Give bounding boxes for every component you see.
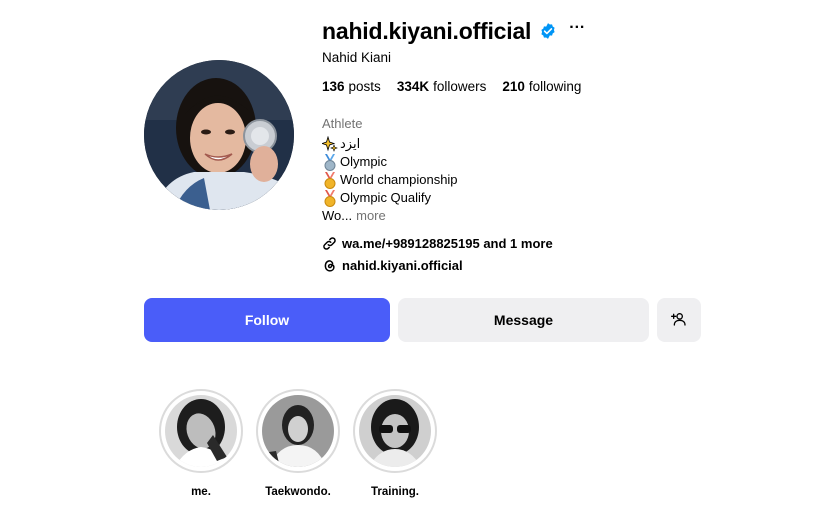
bio-line-3: World championship: [340, 172, 458, 187]
silver-medal-icon: [322, 153, 338, 171]
followers-count: 334K: [396, 79, 430, 94]
profile-category: Athlete: [322, 116, 363, 131]
bio-line-qualify: Olympic Qualify: [322, 189, 802, 207]
bio-line-olympic: Olympic: [322, 153, 802, 171]
following-label: following: [528, 79, 582, 94]
add-user-icon: [671, 311, 687, 330]
highlight-label: Training.: [371, 486, 419, 498]
full-name: Nahid Kiani: [322, 50, 392, 65]
bio-line-1: ایزد: [340, 136, 361, 151]
highlight-ring: [353, 389, 437, 473]
bio-more-link[interactable]: more: [356, 207, 386, 225]
message-button[interactable]: Message: [398, 298, 649, 342]
bio-truncated-row: Wo... more: [322, 207, 802, 225]
following-stat[interactable]: 210 following: [502, 79, 581, 94]
following-count: 210: [502, 79, 525, 94]
verified-badge-icon: [539, 22, 557, 40]
bio-line-4: Olympic Qualify: [340, 190, 432, 205]
highlight-cover: [359, 395, 431, 467]
highlight-label: Taekwondo.: [265, 486, 331, 498]
highlight-ring: [159, 389, 243, 473]
username-row: nahid.kiyani.official ···: [322, 14, 802, 48]
highlight-cover: [165, 395, 237, 467]
posts-count: 136: [322, 79, 345, 94]
posts-stat[interactable]: 136 posts: [322, 79, 381, 94]
followers-label: followers: [433, 79, 487, 94]
website-link-text: wa.me/+989128825195 and 1 more: [342, 235, 553, 251]
highlight-cover: [262, 395, 334, 467]
bio-line-world: World championship: [322, 171, 802, 189]
followers-stat[interactable]: 334K followers: [397, 79, 487, 94]
gold-medal-icon: [322, 189, 338, 207]
username: nahid.kiyani.official: [322, 17, 532, 44]
gold-medal-icon: [322, 171, 338, 189]
highlight-item[interactable]: Taekwondo.: [255, 389, 341, 498]
threads-link[interactable]: nahid.kiyani.official: [322, 255, 802, 275]
highlight-item[interactable]: me.: [158, 389, 244, 498]
follow-button[interactable]: Follow: [144, 298, 390, 342]
bio-line-izad: ایزد: [320, 135, 802, 153]
suggested-users-button[interactable]: [657, 298, 701, 342]
highlight-label: me.: [191, 486, 211, 498]
highlight-ring: [256, 389, 340, 473]
sparkle-icon: [320, 135, 338, 153]
threads-icon: [322, 258, 337, 273]
profile-actions: Follow Message: [144, 298, 701, 342]
profile-avatar[interactable]: [144, 60, 294, 210]
threads-link-text: nahid.kiyani.official: [342, 257, 463, 273]
avatar-image: [144, 60, 294, 210]
posts-label: posts: [348, 79, 381, 94]
bio-line-2: Olympic: [340, 154, 387, 169]
website-link[interactable]: wa.me/+989128825195 and 1 more: [322, 233, 802, 253]
profile-info: nahid.kiyani.official ··· Nahid Kiani 13…: [320, 14, 802, 275]
profile-stats: 136 posts 334K followers 210 following: [322, 79, 802, 94]
story-highlights: me. Taekwondo. Training.: [158, 389, 449, 498]
link-icon: [322, 236, 337, 251]
ellipsis-icon[interactable]: ···: [569, 20, 585, 42]
bio-truncated: Wo...: [322, 208, 353, 223]
highlight-item[interactable]: Training.: [352, 389, 438, 498]
